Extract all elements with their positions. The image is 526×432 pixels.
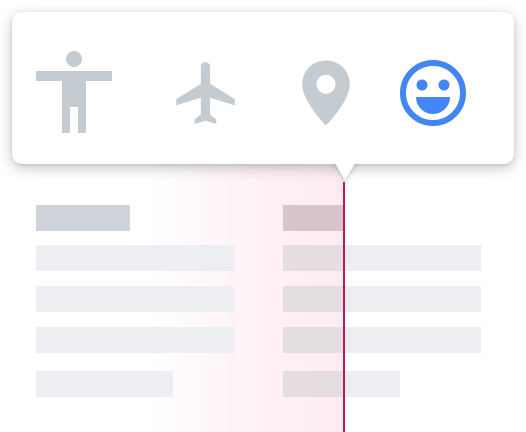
placeholder-line	[36, 286, 234, 312]
placeholder-line	[36, 327, 234, 353]
placeholder-line	[345, 286, 481, 312]
placeholder-line	[345, 245, 481, 271]
airplane-icon	[176, 62, 235, 124]
placeholder-line	[36, 371, 173, 397]
places-category-button[interactable]	[281, 48, 371, 138]
popup-pointer	[333, 160, 357, 180]
placeholder-line	[345, 371, 400, 397]
travel-category-button[interactable]	[162, 48, 252, 138]
placeholder-line-segment	[283, 327, 345, 353]
smiley-face-icon	[400, 60, 466, 126]
accessibility-category-button[interactable]	[29, 48, 119, 138]
placeholder-line-segment	[283, 371, 345, 397]
placeholder-line	[36, 245, 234, 271]
placeholder-heading	[36, 205, 130, 231]
placeholder-line-segment	[283, 286, 345, 312]
text-cursor	[343, 182, 345, 432]
smileys-category-button[interactable]	[388, 48, 478, 138]
placeholder-line-segment	[283, 245, 345, 271]
accessibility-icon	[36, 51, 112, 133]
emoji-category-popup	[12, 12, 514, 164]
location-pin-icon	[302, 60, 350, 126]
placeholder-heading	[283, 205, 345, 231]
placeholder-line	[345, 327, 481, 353]
